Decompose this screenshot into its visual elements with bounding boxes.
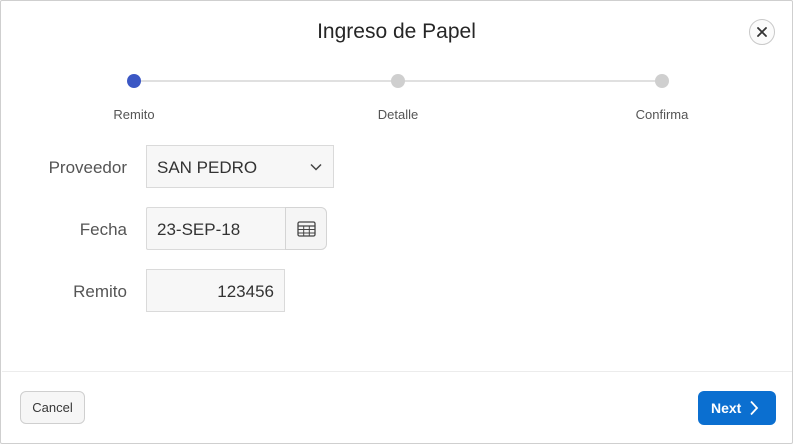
proveedor-label: Proveedor — [48, 158, 127, 177]
proveedor-value: SAN PEDRO — [157, 158, 258, 177]
footer-divider — [2, 371, 792, 372]
wizard-step-remito-dot — [127, 74, 141, 88]
wizard-step-remito-label: Remito — [113, 107, 155, 122]
cancel-button[interactable]: Cancel — [20, 391, 85, 424]
dialog: Ingreso de Papel Remito Detalle Confirma… — [0, 0, 793, 444]
wizard-step-detalle-label: Detalle — [377, 107, 419, 122]
chevron-down-icon — [310, 163, 322, 171]
fecha-value: 23-SEP-18 — [157, 220, 241, 239]
close-icon — [757, 27, 767, 37]
remito-input[interactable]: 123456 — [146, 269, 285, 312]
next-button[interactable]: Next — [698, 391, 776, 425]
chevron-right-icon — [750, 400, 759, 416]
fecha-label: Fecha — [79, 220, 127, 239]
remito-value: 123456 — [217, 282, 274, 301]
calendar-icon — [297, 221, 316, 237]
dialog-title: Ingreso de Papel — [317, 20, 476, 43]
calendar-button[interactable] — [285, 207, 327, 250]
wizard-step-confirma-label: Confirma — [635, 107, 689, 122]
close-button[interactable] — [749, 19, 775, 45]
proveedor-select[interactable]: SAN PEDRO — [146, 145, 334, 188]
remito-label: Remito — [73, 282, 127, 301]
wizard-step-detalle-dot — [391, 74, 405, 88]
wizard-step-confirma-dot — [655, 74, 669, 88]
next-button-label: Next — [711, 400, 742, 416]
fecha-input[interactable]: 23-SEP-18 — [146, 207, 285, 250]
